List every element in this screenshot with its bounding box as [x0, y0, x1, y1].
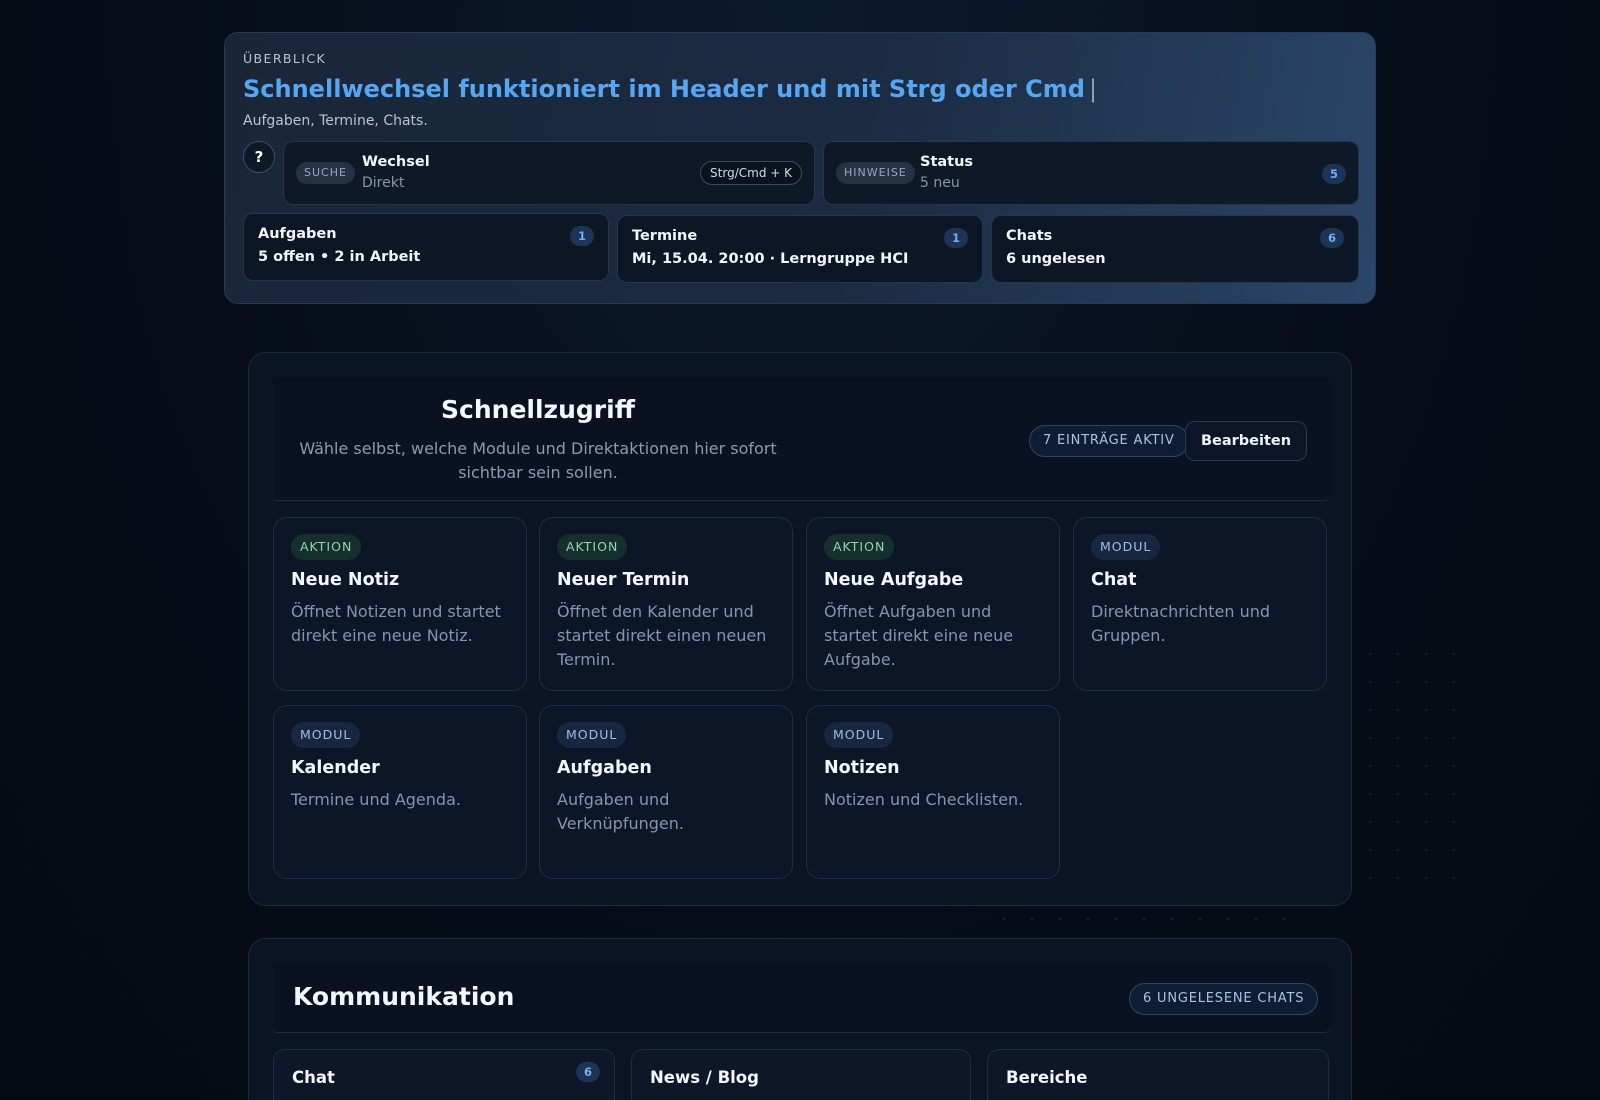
quick-access-header: Schnellzugriff Wähle selbst, welche Modu…	[273, 377, 1329, 501]
overview-eyebrow: ÜBERBLICK	[243, 51, 327, 66]
comm-card-title: Chat	[292, 1068, 335, 1087]
tile-chat[interactable]: MODUL Chat Direktnachrichten und Gruppen…	[1073, 517, 1327, 691]
quick-switch-subtitle: Direkt	[362, 175, 405, 191]
stat-value: Mi, 15.04. 20:00 · Lerngruppe HCI	[632, 251, 909, 267]
comm-card-areas[interactable]: Bereiche	[987, 1049, 1329, 1100]
tile-description: Notizen und Checklisten.	[824, 790, 1024, 809]
comm-card-chat[interactable]: Chat 6	[273, 1049, 615, 1100]
communication-header: Kommunikation 6 UNGELESENE CHATS	[273, 963, 1329, 1033]
stat-title: Termine	[632, 228, 698, 244]
tile-description: Direktnachrichten und Gruppen.	[1091, 602, 1270, 645]
unread-chats-pill: 6 UNGELESENE CHATS	[1129, 983, 1319, 1015]
stat-card-chats[interactable]: Chats 6 ungelesen 6	[991, 215, 1359, 283]
quick-switch-title: Wechsel	[362, 154, 430, 170]
tile-tasks[interactable]: MODUL Aufgaben Aufgaben und Verknüpfunge…	[539, 705, 793, 879]
stat-count-badge: 1	[570, 226, 594, 246]
communication-panel: Kommunikation 6 UNGELESENE CHATS Chat 6 …	[248, 938, 1352, 1100]
tile-new-task[interactable]: AKTION Neue Aufgabe Öffnet Aufgaben und …	[806, 517, 1060, 691]
tile-description: Öffnet den Kalender und startet direkt e…	[557, 602, 767, 669]
tile-description: Termine und Agenda.	[291, 790, 461, 809]
tile-notes[interactable]: MODUL Notizen Notizen und Checklisten.	[806, 705, 1060, 879]
notices-card[interactable]: HINWEISE Status 5 neu 5	[823, 141, 1359, 205]
quick-switch-card[interactable]: SUCHE Wechsel Direkt Strg/Cmd + K	[283, 141, 815, 205]
tile-tag: MODUL	[291, 722, 361, 748]
overview-stats-row: Aufgaben 5 offen • 2 in Arbeit 1 Termine…	[243, 213, 1359, 283]
quick-access-title: Schnellzugriff	[441, 395, 635, 424]
notices-subtitle: 5 neu	[920, 175, 960, 191]
tile-new-note[interactable]: AKTION Neue Notiz Öffnet Notizen und sta…	[273, 517, 527, 691]
overview-header: ÜBERBLICK Schnellwechsel funktioniert im…	[224, 32, 1376, 304]
tile-description: Öffnet Aufgaben und startet direkt eine …	[824, 602, 1014, 669]
background-dots-right	[1356, 640, 1476, 880]
comm-card-title: Bereiche	[1006, 1068, 1088, 1087]
quick-access-subtitle: Wähle selbst, welche Module und Direktak…	[299, 439, 777, 482]
tile-description: Öffnet Notizen und startet direkt eine n…	[291, 602, 501, 645]
stat-count-badge: 6	[1320, 228, 1344, 248]
help-button[interactable]: ?	[243, 141, 275, 173]
tile-tag: AKTION	[824, 534, 895, 560]
keyboard-shortcut-hint: Strg/Cmd + K	[700, 161, 802, 185]
tile-title: Kalender	[291, 758, 380, 778]
notices-pill: HINWEISE	[836, 162, 915, 184]
stat-value: 5 offen • 2 in Arbeit	[258, 249, 421, 265]
tile-title: Notizen	[824, 758, 900, 778]
comm-card-news-blog[interactable]: News / Blog	[631, 1049, 971, 1100]
overview-title: Schnellwechsel funktioniert im Header un…	[243, 75, 1357, 103]
typing-caret: |	[1088, 75, 1098, 103]
tile-title: Neue Aufgabe	[824, 570, 964, 590]
overview-title-text: Schnellwechsel funktioniert im Header un…	[243, 75, 1085, 103]
communication-title: Kommunikation	[293, 982, 515, 1011]
quick-access-panel: Schnellzugriff Wähle selbst, welche Modu…	[248, 352, 1352, 906]
tile-title: Chat	[1091, 570, 1137, 590]
tile-tag: AKTION	[557, 534, 628, 560]
stat-title: Aufgaben	[258, 226, 337, 242]
active-entries-pill: 7 EINTRÄGE AKTIV	[1029, 425, 1189, 457]
tile-tag: MODUL	[824, 722, 894, 748]
stat-count-badge: 1	[944, 228, 968, 248]
notices-title: Status	[920, 154, 974, 170]
notices-count-badge: 5	[1322, 164, 1346, 184]
edit-button[interactable]: Bearbeiten	[1185, 421, 1307, 461]
comm-card-title: News / Blog	[650, 1068, 759, 1087]
search-pill: SUCHE	[296, 162, 355, 184]
tile-description: Aufgaben und Verknüpfungen.	[557, 790, 684, 833]
stat-card-appointments[interactable]: Termine Mi, 15.04. 20:00 · Lerngruppe HC…	[617, 215, 983, 283]
tile-tag: AKTION	[291, 534, 362, 560]
tile-tag: MODUL	[557, 722, 627, 748]
stat-card-tasks[interactable]: Aufgaben 5 offen • 2 in Arbeit 1	[243, 213, 609, 281]
tile-new-appointment[interactable]: AKTION Neuer Termin Öffnet den Kalender …	[539, 517, 793, 691]
tile-title: Neuer Termin	[557, 570, 690, 590]
tile-title: Aufgaben	[557, 758, 652, 778]
tile-tag: MODUL	[1091, 534, 1161, 560]
stat-title: Chats	[1006, 228, 1053, 244]
stat-value: 6 ungelesen	[1006, 251, 1106, 267]
tile-title: Neue Notiz	[291, 570, 400, 590]
chat-count-badge: 6	[576, 1062, 600, 1082]
tile-calendar[interactable]: MODUL Kalender Termine und Agenda.	[273, 705, 527, 879]
overview-quick-row: ? SUCHE Wechsel Direkt Strg/Cmd + K HINW…	[243, 141, 1359, 205]
overview-subtitle: Aufgaben, Termine, Chats.	[243, 113, 428, 129]
